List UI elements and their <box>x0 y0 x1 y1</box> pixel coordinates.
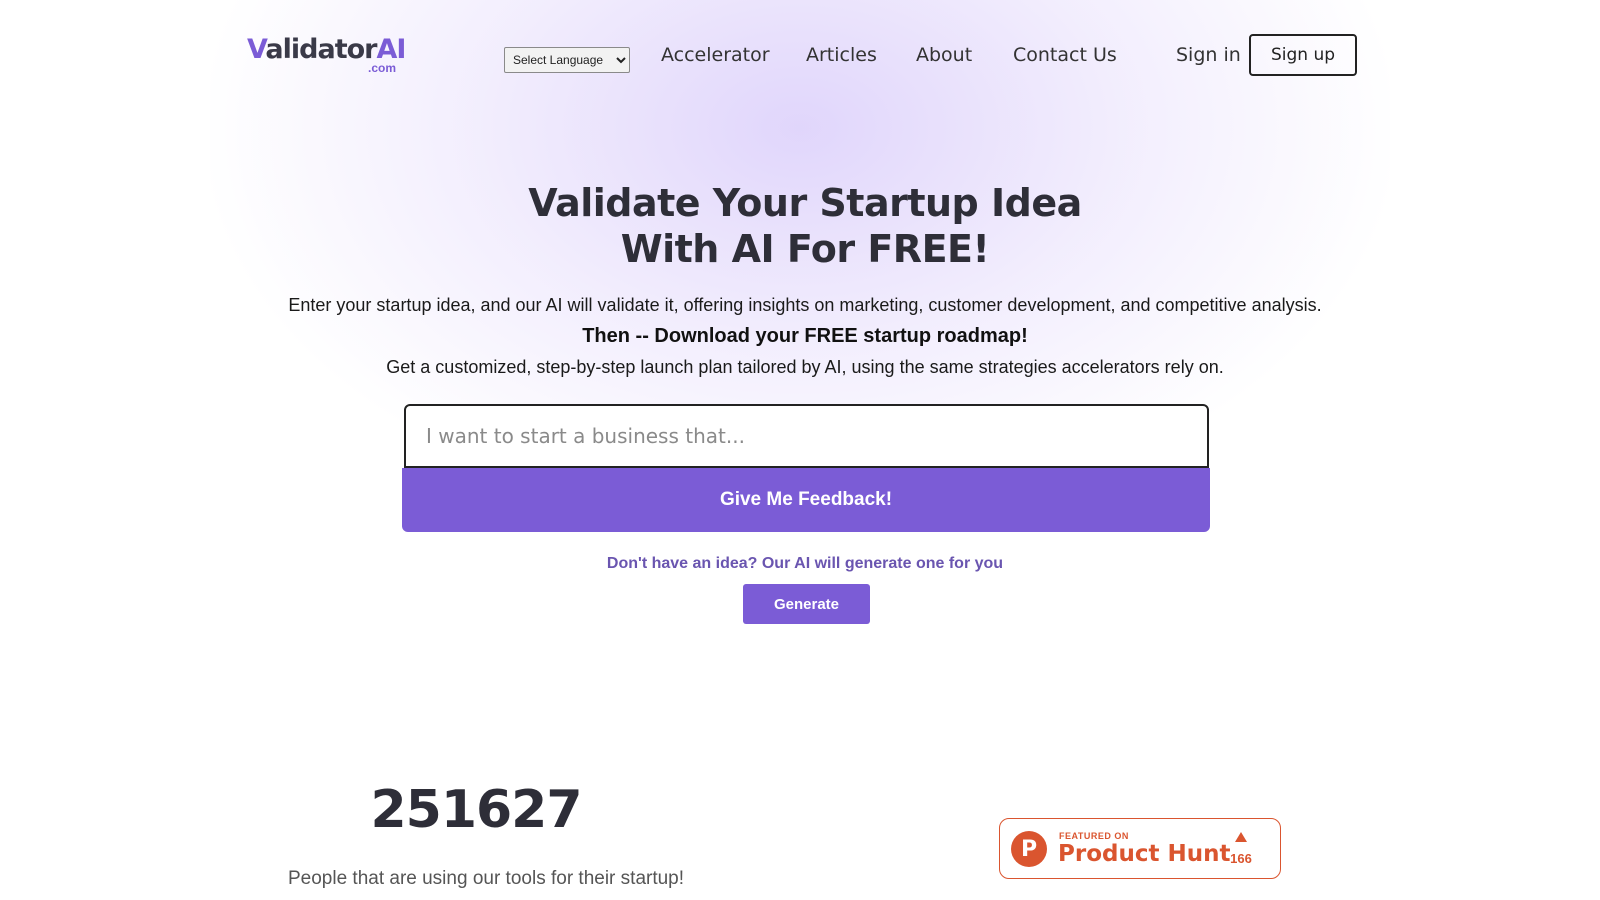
logo-domain-suffix: .com <box>368 61 397 75</box>
give-feedback-button[interactable]: Give Me Feedback! <box>402 468 1210 532</box>
product-hunt-name: Product Hunt <box>1058 841 1231 867</box>
users-count: 251627 <box>370 780 582 840</box>
sign-in-link[interactable]: Sign in <box>1176 44 1241 66</box>
hero-title-line-1: Validate Your Startup Idea <box>528 181 1082 225</box>
upvote-arrow-icon <box>1235 832 1247 842</box>
nav-articles[interactable]: Articles <box>806 44 877 66</box>
nav-contact-us[interactable]: Contact Us <box>1013 44 1117 66</box>
startup-idea-input[interactable] <box>404 404 1209 468</box>
roadmap-subtext: Get a customized, step-by-step launch pl… <box>386 357 1224 377</box>
product-hunt-badge[interactable]: P FEATURED ON Product Hunt 166 <box>999 818 1281 879</box>
nav-about[interactable]: About <box>916 44 972 66</box>
hero-description: Enter your startup idea, and our AI will… <box>288 295 1322 315</box>
product-hunt-featured-label: FEATURED ON <box>1059 831 1129 841</box>
hero-title: Validate Your Startup Idea With AI For F… <box>0 180 1600 272</box>
product-hunt-logo-icon: P <box>1011 831 1047 867</box>
language-select[interactable]: Select Language <box>504 47 630 73</box>
users-count-label: People that are using our tools for thei… <box>287 868 685 889</box>
roadmap-cta-text: Then -- Download your FREE startup roadm… <box>582 325 1028 347</box>
sign-up-button[interactable]: Sign up <box>1249 34 1357 76</box>
generate-idea-button[interactable]: Generate <box>743 584 870 624</box>
site-header: ValidatorAI .com Select Language Acceler… <box>0 0 1600 110</box>
product-hunt-upvote-count: 166 <box>1230 851 1252 866</box>
no-idea-prompt: Don't have an idea? Our AI will generate… <box>606 555 1004 572</box>
nav-accelerator[interactable]: Accelerator <box>661 44 770 66</box>
hero-title-line-2: With AI For FREE! <box>620 227 990 271</box>
